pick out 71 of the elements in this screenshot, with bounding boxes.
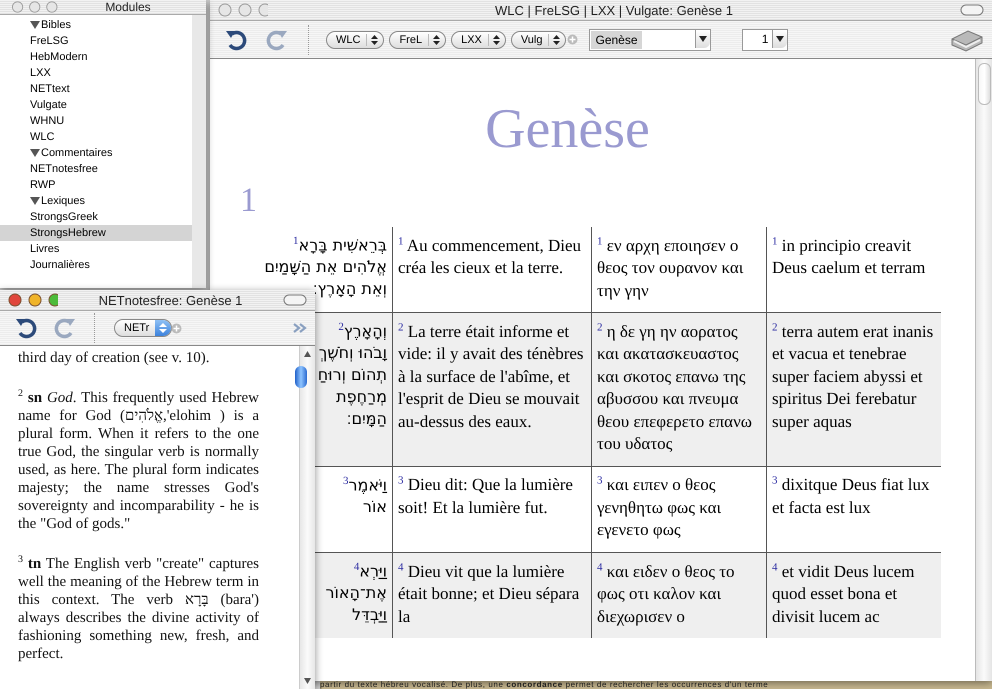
book-combo[interactable]: Genèse (589, 28, 712, 50)
tree-item[interactable]: Journalières (0, 257, 192, 273)
toolbar-toggle-icon[interactable] (283, 294, 307, 306)
verse-text: $^{3}$ Dieu dit: Que la lumière soit! Et la lumière fut. (398, 475, 573, 517)
verse-text: תְהוֹם וְרוּחַ (318, 364, 387, 386)
window-title: Modules (104, 0, 152, 14)
chapter-heading: 1 (240, 181, 258, 221)
module-popup[interactable]: LXX (451, 30, 506, 48)
scroll-thumb[interactable] (294, 366, 306, 388)
background-text: partir du texte hébreu vocalisé. De plus, une concordance permet de rechercher les occurrences d'un terme (320, 681, 992, 689)
window-title: NETnotesfree: Genèse 1 (98, 292, 244, 308)
verse-text: וָבֹהוּ וְחֹשֶׁךְ (318, 342, 387, 364)
verse-text: וְאֵת הָאָרֶץ׃ (312, 278, 387, 300)
tree-item[interactable]: FreLSG (0, 33, 192, 49)
note-paragraph: third day of creation (see v. 10). (18, 349, 210, 367)
expanded-triangle-icon[interactable] (30, 20, 40, 30)
tree-item[interactable]: WLC (0, 129, 192, 145)
window-title: WLC | FreLSG | LXX | Vulgate: Genèse 1 (494, 2, 734, 18)
verse-text: $^{3}$ dixitque Deus fiat lux et facta est lux (772, 475, 930, 517)
tree-item[interactable]: Livres (0, 241, 192, 257)
forward-arrow-icon[interactable] (53, 316, 77, 340)
expanded-triangle-icon[interactable] (30, 148, 40, 158)
scroll-thumb[interactable] (978, 63, 991, 105)
updown-arrows-icon (155, 320, 172, 336)
add-icon[interactable] (171, 322, 182, 334)
verse-text: $^{1}$ εν αρχη εποιησεν ο θεος τον ουρανον και την γην (597, 236, 744, 300)
tree-item[interactable]: Vulgate (0, 97, 192, 113)
verse-text: אֱלֹהִים אֵת הַשָּׁמַיִם (264, 256, 387, 278)
tree-item[interactable]: RWP (0, 177, 192, 193)
verse-text: וַיַּבְדֵּל (352, 604, 387, 626)
verse-text: $^{2}$ terra autem erat inanis et vacua et tenebrae super faciem abyssi et spiritus Dei ferebatur super aquas (772, 322, 934, 431)
tree-item[interactable]: Bibles (0, 17, 192, 33)
tree-item[interactable]: LXX (0, 65, 192, 81)
tree-item[interactable]: HebModern (0, 49, 192, 65)
tree-item[interactable]: NETnotesfree (0, 161, 192, 177)
expanded-triangle-icon[interactable] (30, 196, 40, 206)
verse-text: אוֹר (362, 496, 387, 518)
scroll-up-icon[interactable] (303, 350, 312, 358)
module-popup[interactable]: WLC (326, 30, 384, 48)
updown-arrows-icon (548, 34, 562, 46)
verse-text: $^{4}$ και ειδεν ο θεος το φως οτι καλον και διεχωρισεν ο (597, 562, 735, 626)
toolbar-toggle-icon[interactable] (960, 4, 984, 16)
updown-arrows-icon (428, 34, 442, 46)
module-popup[interactable]: Vulg (510, 30, 566, 48)
tree-item[interactable]: NETtext (0, 81, 192, 97)
tree-item[interactable]: Commentaires (0, 145, 192, 161)
verse-text: $^{2}$ η δε γη ην αορατος και ακατασκευαστος και σκοτος επανω της αβυσσου και πνευμα θεου επεφερετο επανω του υδατος (597, 322, 752, 454)
verse-text: הַמָּיִם׃ (346, 408, 387, 430)
verse-text: $^{4}$ et vidit Deus lucem quod esset bona et divisit lucem ac (772, 562, 914, 626)
verse-text: $^{4}$ Dieu vit que la lumière était bonne; et Dieu sépara la (398, 562, 580, 626)
scrollbar[interactable] (975, 59, 992, 681)
module-popup[interactable]: FreL (389, 30, 446, 48)
chapter-combo[interactable]: 1 (742, 28, 788, 50)
verse-text: אֶת־הָאוֹר (325, 582, 387, 604)
verse-text: $^{1}$ in principio creavit Deus caelum et terram (772, 236, 926, 278)
verse-text: $^{1}$ Au commencement, Dieu créa les cieux et la terre. (398, 236, 582, 278)
chevron-icon[interactable] (293, 323, 307, 333)
window-controls-icon[interactable] (8, 293, 58, 307)
updown-arrows-icon (488, 34, 501, 46)
tree-item[interactable]: WHNU (0, 113, 192, 129)
tree-item[interactable]: StrongsHebrew (0, 225, 192, 241)
module-popup[interactable]: NETr (114, 319, 172, 337)
verse-text: $^{3}$ και ειπεν ο θεος γενηθητω φως και εγενετο φως (597, 475, 722, 540)
tree-item[interactable]: StrongsGreek (0, 209, 192, 225)
scroll-down-icon[interactable] (303, 677, 312, 685)
back-arrow-icon[interactable] (14, 316, 38, 340)
updown-arrows-icon (366, 34, 380, 46)
verse-text: $^{2}$ La terre était informe et vide: il y avait des ténèbres à la surface de l'abîme, et l'esprit de Dieu se mouvait au-dessus des eaux. (398, 322, 584, 431)
tree-item[interactable]: Lexiques (0, 193, 192, 209)
verse-text: מְרַחֶפֶת (336, 386, 387, 408)
book-heading: Genèse (484, 97, 651, 161)
